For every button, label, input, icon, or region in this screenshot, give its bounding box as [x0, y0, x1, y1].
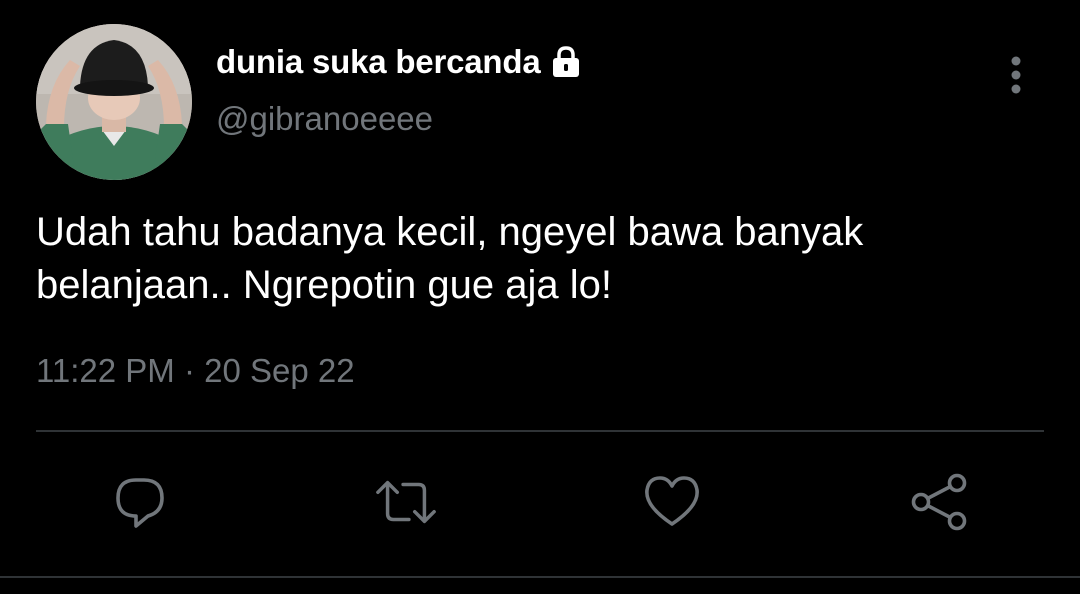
more-vertical-icon	[1011, 56, 1021, 94]
divider	[36, 430, 1044, 432]
name-row: dunia suka bercanda	[216, 40, 584, 84]
retweet-icon	[376, 480, 436, 524]
user-handle[interactable]: @gibranoeeee	[216, 100, 433, 138]
display-name[interactable]: dunia suka bercanda	[216, 43, 541, 81]
reply-button[interactable]	[108, 470, 172, 534]
tweet-detail: dunia suka bercanda @gibranoeeee Udah ta…	[0, 0, 1080, 594]
lock-icon	[548, 44, 584, 80]
retweet-button[interactable]	[374, 470, 438, 534]
avatar[interactable]	[36, 24, 192, 180]
tweet-text-line: Udah tahu badanya kecil, ngeyel bawa ban…	[36, 210, 864, 254]
tweet-text: Udah tahu badanya kecil, ngeyel bawa ban…	[36, 206, 1046, 312]
heart-icon	[645, 476, 699, 526]
share-button[interactable]	[908, 470, 972, 534]
more-options-button[interactable]	[994, 50, 1038, 100]
share-icon	[911, 473, 967, 531]
reply-icon	[116, 478, 164, 528]
avatar-image	[36, 24, 192, 180]
tweet-timestamp[interactable]: 11:22 PM · 20 Sep 22	[36, 352, 355, 390]
tweet-text-line: belanjaan.. Ngrepotin gue aja lo!	[36, 263, 612, 307]
like-button[interactable]	[640, 470, 704, 534]
divider	[0, 576, 1080, 578]
